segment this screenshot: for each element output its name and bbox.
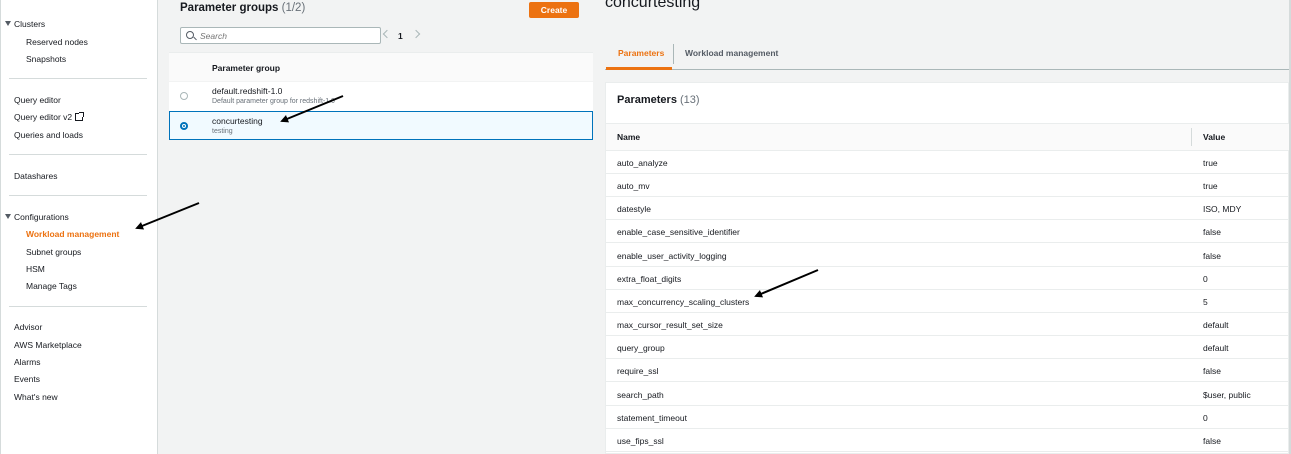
parameters-title-text: Parameters xyxy=(617,94,677,106)
table-row xyxy=(606,197,1289,221)
parameter-groups-title: Parameter groups (1/2) xyxy=(180,2,305,14)
parameter-name: require_ssl xyxy=(617,366,659,377)
parameter-value: default xyxy=(1203,343,1229,354)
sidebar-item-hsm[interactable]: HSM xyxy=(26,264,45,274)
sidebar-item-events[interactable]: Events xyxy=(14,374,40,384)
parameter-name: enable_case_sensitive_identifier xyxy=(617,227,740,238)
parameter-name: auto_analyze xyxy=(617,158,668,168)
sidebar-item-aws-marketplace[interactable]: AWS Marketplace xyxy=(14,340,82,350)
parameter-value: 5 xyxy=(1203,296,1208,307)
sidebar-item-alarms[interactable]: Alarms xyxy=(14,357,40,367)
parameter-name: max_concurrency_scaling_clusters xyxy=(617,296,750,307)
parameter-value: ISO, MDY xyxy=(1203,204,1242,215)
parameter-value: true xyxy=(1203,158,1218,168)
parameter-value: false xyxy=(1203,250,1221,261)
sidebar-item-query-editor[interactable]: Query editor xyxy=(14,95,61,105)
next-page-icon[interactable] xyxy=(411,29,421,39)
parameters-title: Parameters (13) xyxy=(617,94,700,106)
sidebar-item-snapshots[interactable]: Snapshots xyxy=(26,54,66,64)
table-row xyxy=(606,174,1289,198)
sidebar-divider xyxy=(9,306,147,307)
sidebar-item-reserved-nodes[interactable]: Reserved nodes xyxy=(26,37,88,47)
search-icon xyxy=(186,31,194,39)
table-row xyxy=(606,359,1289,383)
column-header-value[interactable]: Value xyxy=(1203,132,1225,142)
external-link-icon xyxy=(75,112,85,121)
parameter-value: 0 xyxy=(1203,273,1208,284)
create-button[interactable]: Create xyxy=(529,2,579,18)
tab-separator xyxy=(673,44,674,64)
clusters-caret-icon[interactable] xyxy=(5,21,11,26)
parameter-value: true xyxy=(1203,181,1218,192)
sidebar-divider xyxy=(9,154,147,155)
parameters-count: (13) xyxy=(680,94,700,106)
previous-page-icon[interactable] xyxy=(382,29,392,39)
parameter-value: false xyxy=(1203,366,1221,377)
radio-concurtesting[interactable] xyxy=(180,122,188,130)
parameter-group-name: concurtesting xyxy=(212,116,263,126)
sidebar-group-clusters[interactable]: Clusters xyxy=(14,19,45,29)
sidebar-item-manage-tags[interactable]: Manage Tags xyxy=(26,281,77,291)
radio-default-redshift[interactable] xyxy=(180,92,188,100)
sidebar-divider xyxy=(9,78,147,79)
parameter-name: max_cursor_result_set_size xyxy=(617,320,723,331)
parameter-group-description: Default parameter group for redshift-1.0 xyxy=(212,98,335,105)
parameter-name: statement_timeout xyxy=(617,412,687,423)
table-row xyxy=(606,336,1289,360)
parameter-group-description: testing xyxy=(212,128,233,135)
parameter-name: extra_float_digits xyxy=(617,273,682,284)
table-row xyxy=(606,151,1289,174)
parameter-groups-count: (1/2) xyxy=(281,2,306,14)
parameter-value: false xyxy=(1203,227,1221,238)
sidebar-item-workload-management[interactable]: Workload management xyxy=(26,229,119,239)
table-row xyxy=(606,383,1289,406)
sidebar-item-queries-and-loads[interactable]: Queries and loads xyxy=(14,130,83,140)
sidebar-nav: Clusters Reserved nodes Snapshots Query … xyxy=(0,0,158,454)
parameter-value: default xyxy=(1203,320,1229,331)
table-row xyxy=(606,267,1289,290)
parameter-groups-title-text: Parameter groups xyxy=(180,2,279,14)
sidebar-item-whats-new[interactable]: What's new xyxy=(14,392,58,402)
parameters-table-header xyxy=(606,123,1289,151)
search-box[interactable] xyxy=(180,27,381,44)
parameter-value: $user, public xyxy=(1203,389,1251,400)
search-input[interactable] xyxy=(200,29,375,42)
active-tab-indicator xyxy=(606,67,672,70)
column-header-name[interactable]: Name xyxy=(617,132,640,142)
sidebar-item-advisor[interactable]: Advisor xyxy=(14,322,42,332)
sidebar-divider xyxy=(9,195,147,196)
configurations-caret-icon[interactable] xyxy=(5,214,11,219)
tab-parameters[interactable]: Parameters xyxy=(618,48,664,58)
tab-workload-management[interactable]: Workload management xyxy=(685,48,778,58)
query-editor-v2-label: Query editor v2 xyxy=(14,112,73,122)
table-row xyxy=(606,429,1289,452)
column-separator[interactable] xyxy=(1191,128,1192,146)
sidebar-group-configurations[interactable]: Configurations xyxy=(14,212,69,222)
table-row xyxy=(606,406,1289,429)
parameter-name: use_fips_ssl xyxy=(617,435,664,446)
parameter-name: datestyle xyxy=(617,204,652,215)
column-header-parameter-group[interactable]: Parameter group xyxy=(212,63,280,73)
sidebar-item-subnet-groups[interactable]: Subnet groups xyxy=(26,247,81,257)
parameter-name: search_path xyxy=(617,389,664,400)
parameter-value: 0 xyxy=(1203,412,1208,423)
page-number[interactable]: 1 xyxy=(398,31,403,41)
parameter-name: query_group xyxy=(617,343,665,354)
parameter-group-name: default.redshift-1.0 xyxy=(212,86,283,96)
sidebar-item-query-editor-v2[interactable]: Query editor v2 xyxy=(14,112,85,122)
parameter-name: enable_user_activity_logging xyxy=(617,250,727,261)
sidebar-item-datashares[interactable]: Datashares xyxy=(14,171,57,181)
parameter-name: auto_mv xyxy=(617,181,650,192)
detail-title: concurtesting xyxy=(605,0,701,11)
parameter-value: false xyxy=(1203,435,1221,446)
